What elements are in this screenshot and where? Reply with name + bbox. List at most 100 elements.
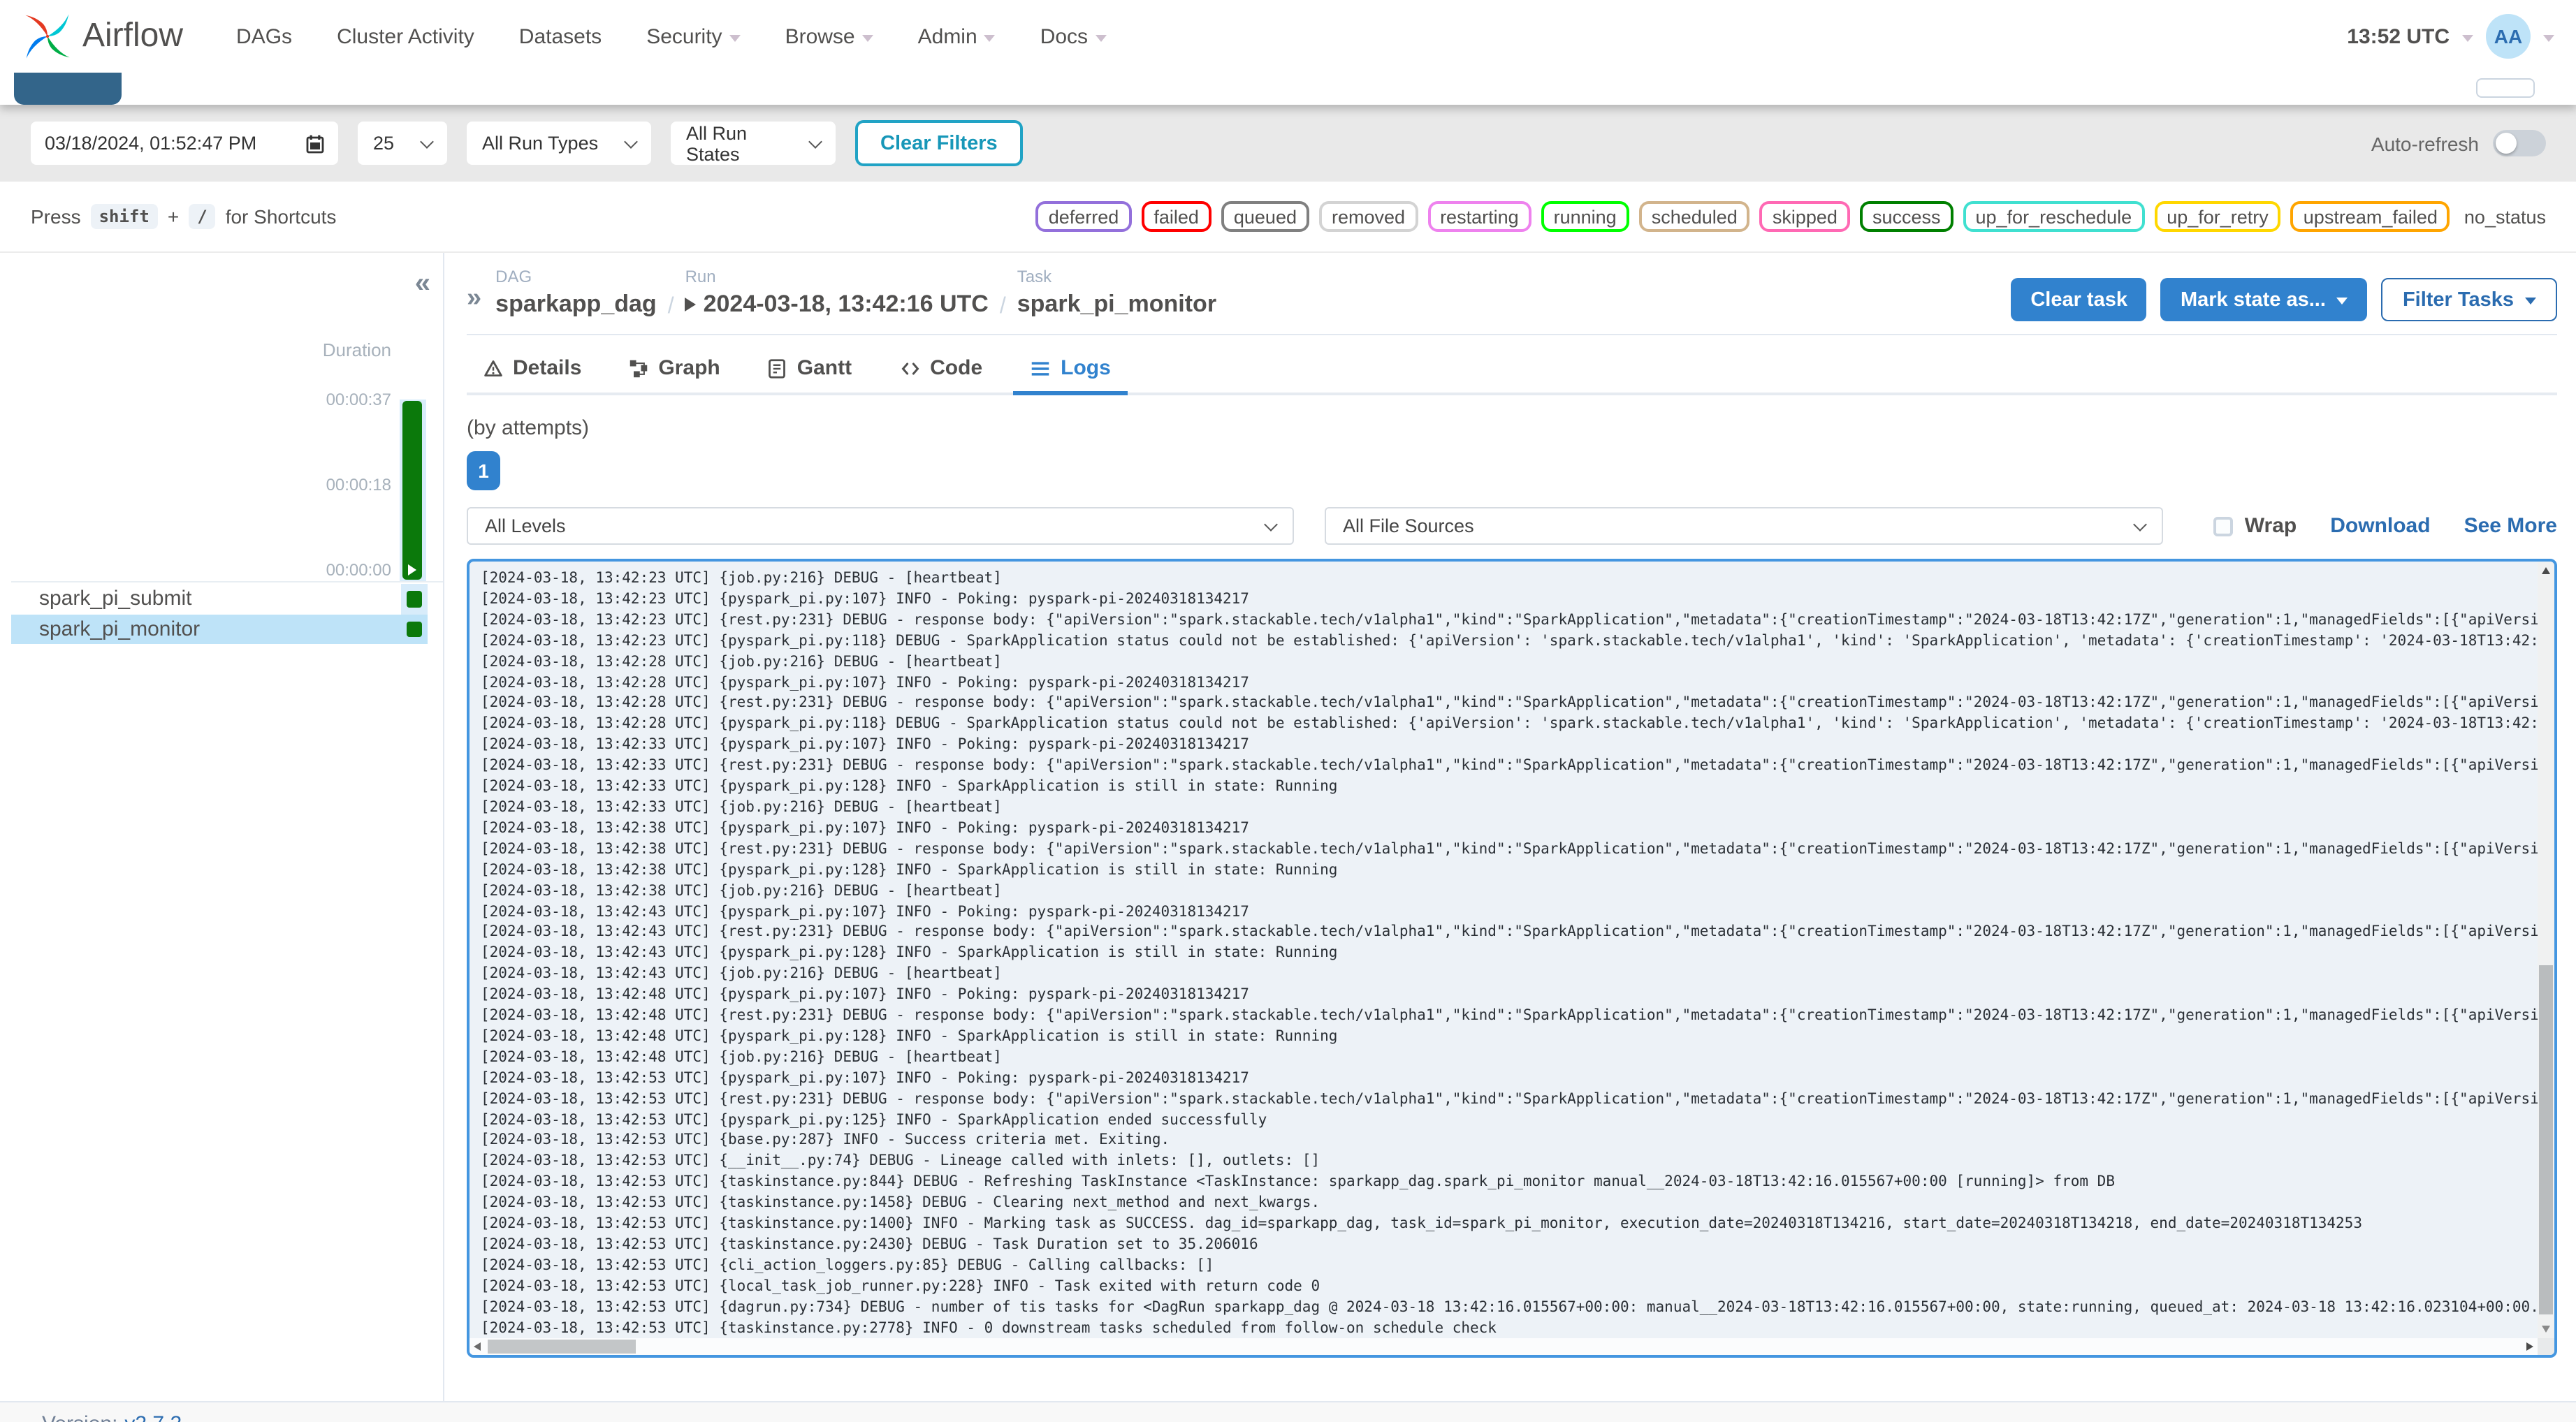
log-line: [2024-03-18, 13:42:33 UTC] {job.py:216} … — [481, 798, 1002, 816]
success-state-square[interactable] — [406, 621, 423, 637]
attempt-1-button[interactable]: 1 — [467, 451, 500, 490]
log-line: [2024-03-18, 13:42:23 UTC] {rest.py:231}… — [481, 611, 2538, 629]
wrap-checkbox[interactable] — [2213, 516, 2234, 536]
tab-logs[interactable]: Logs — [1013, 348, 1128, 395]
scroll-right-icon[interactable] — [2526, 1342, 2533, 1350]
expand-sidebar-icon[interactable]: » — [467, 284, 481, 314]
partial-white-button[interactable] — [2476, 78, 2535, 98]
wrap-option: Wrap — [2213, 514, 2297, 538]
task-state-cell — [401, 614, 428, 644]
footer: Version: v2.7.2 — [0, 1401, 2576, 1422]
tab-code[interactable]: Code — [882, 348, 999, 395]
log-line: [2024-03-18, 13:42:48 UTC] {pyspark_pi.p… — [481, 986, 1249, 1004]
run-name[interactable]: 2024-03-18, 13:42:16 UTC — [685, 291, 989, 318]
axis-tick: 00:00:18 — [326, 475, 391, 494]
chevron-down-icon[interactable] — [2462, 34, 2473, 41]
base-date-input[interactable]: 03/18/2024, 01:52:47 PM — [31, 122, 338, 165]
task-name[interactable]: spark_pi_monitor — [1017, 291, 1216, 318]
nav-item-admin[interactable]: Admin — [918, 24, 996, 48]
log-line: [2024-03-18, 13:42:53 UTC] {__init__.py:… — [481, 1152, 1320, 1170]
state-badge-queued: queued — [1221, 201, 1309, 232]
nav-item-docs[interactable]: Docs — [1040, 24, 1107, 48]
state-badge-restarting: restarting — [1427, 201, 1531, 232]
log-line: [2024-03-18, 13:42:53 UTC] {taskinstance… — [481, 1173, 2115, 1191]
breadcrumb-dag: DAG sparkapp_dag — [495, 267, 657, 318]
see-more-link[interactable]: See More — [2464, 514, 2557, 538]
breadcrumb-task: Task spark_pi_monitor — [1017, 267, 1217, 318]
state-badge-deferred: deferred — [1035, 201, 1132, 232]
calendar-icon — [306, 134, 324, 153]
log-level-select[interactable]: All Levels — [467, 507, 1294, 545]
log-line: [2024-03-18, 13:42:53 UTC] {taskinstance… — [481, 1319, 1497, 1337]
scroll-left-icon[interactable] — [474, 1342, 481, 1350]
log-panel: [2024-03-18, 13:42:23 UTC] {job.py:216} … — [467, 559, 2557, 1358]
chevron-down-icon — [729, 34, 741, 41]
log-line: [2024-03-18, 13:42:48 UTC] {job.py:216} … — [481, 1048, 1002, 1066]
scroll-down-icon[interactable] — [2541, 1326, 2549, 1333]
chevron-down-icon — [1264, 517, 1278, 531]
nav-item-cluster-activity[interactable]: Cluster Activity — [337, 24, 474, 48]
task-state-cell — [401, 584, 428, 614]
scroll-up-icon[interactable] — [2541, 567, 2549, 574]
vertical-scrollbar[interactable] — [2538, 562, 2554, 1338]
auto-refresh-toggle[interactable] — [2493, 130, 2546, 156]
page-size-select[interactable]: 25 — [358, 122, 447, 165]
log-line: [2024-03-18, 13:42:38 UTC] {rest.py:231}… — [481, 840, 2538, 858]
avatar[interactable]: AA — [2486, 14, 2531, 59]
task-row-spark-pi-monitor[interactable]: spark_pi_monitor — [11, 614, 428, 644]
version-link[interactable]: v2.7.2 — [124, 1412, 182, 1422]
tab-details[interactable]: Details — [467, 348, 598, 395]
task-row-spark-pi-submit[interactable]: spark_pi_submit — [11, 584, 428, 614]
navbar: Airflow DAGs Cluster Activity Datasets S… — [0, 0, 2576, 73]
tab-bar: Details Graph Gantt Code Logs — [467, 335, 2557, 395]
chevron-down-icon — [420, 134, 434, 148]
dag-name[interactable]: sparkapp_dag — [495, 291, 657, 318]
log-line: [2024-03-18, 13:42:33 UTC] {pyspark_pi.p… — [481, 778, 1338, 796]
file-source-select[interactable]: All File Sources — [1325, 507, 2163, 545]
duration-bar[interactable] — [402, 401, 422, 580]
run-states-select[interactable]: All Run States — [671, 122, 836, 165]
task-actions: Clear task Mark state as... Filter Tasks — [2011, 267, 2557, 321]
log-line: [2024-03-18, 13:42:48 UTC] {pyspark_pi.p… — [481, 1027, 1338, 1045]
log-line: [2024-03-18, 13:42:53 UTC] {taskinstance… — [481, 1236, 1258, 1253]
state-badge-skipped: skipped — [1759, 201, 1850, 232]
success-state-square[interactable] — [406, 591, 423, 607]
mark-state-button[interactable]: Mark state as... — [2160, 278, 2368, 321]
tab-graph[interactable]: Graph — [612, 348, 736, 395]
filter-tasks-button[interactable]: Filter Tasks — [2381, 278, 2557, 321]
auto-refresh-label: Auto-refresh — [2371, 132, 2479, 154]
tab-gantt[interactable]: Gantt — [751, 348, 868, 395]
run-types-select[interactable]: All Run Types — [467, 122, 651, 165]
log-line: [2024-03-18, 13:42:28 UTC] {job.py:216} … — [481, 653, 1002, 670]
horizontal-scrollbar[interactable] — [470, 1338, 2538, 1355]
log-line: [2024-03-18, 13:42:23 UTC] {pyspark_pi.p… — [481, 632, 2538, 650]
nav-item-dags[interactable]: DAGs — [236, 24, 292, 48]
nav-item-security[interactable]: Security — [646, 24, 741, 48]
state-badge-upstream_failed: upstream_failed — [2290, 201, 2450, 232]
log-line: [2024-03-18, 13:42:33 UTC] {rest.py:231}… — [481, 757, 2538, 775]
nav-item-datasets[interactable]: Datasets — [519, 24, 602, 48]
slash-key: / — [189, 204, 216, 229]
log-line: [2024-03-18, 13:42:23 UTC] {job.py:216} … — [481, 570, 1002, 587]
clock[interactable]: 13:52 UTC — [2347, 24, 2450, 48]
collapse-sidebar-icon[interactable]: « — [415, 268, 430, 300]
clear-filters-button[interactable]: Clear Filters — [855, 120, 1023, 166]
chevron-down-icon — [2133, 517, 2147, 531]
header-strip — [0, 57, 2576, 105]
log-line: [2024-03-18, 13:42:53 UTC] {local_task_j… — [481, 1277, 1320, 1295]
log-content[interactable]: [2024-03-18, 13:42:23 UTC] {job.py:216} … — [470, 562, 2538, 1338]
download-link[interactable]: Download — [2330, 514, 2430, 538]
log-line: [2024-03-18, 13:42:28 UTC] {rest.py:231}… — [481, 694, 2538, 712]
horizontal-scrollbar-thumb[interactable] — [488, 1340, 636, 1354]
chevron-down-icon[interactable] — [2543, 34, 2554, 41]
scrollbar-corner — [2538, 1338, 2554, 1355]
nav-menu: DAGs Cluster Activity Datasets Security … — [236, 24, 1107, 48]
vertical-scrollbar-thumb[interactable] — [2539, 965, 2553, 1315]
clear-task-button[interactable]: Clear task — [2011, 278, 2147, 321]
nav-item-browse[interactable]: Browse — [785, 24, 873, 48]
log-line: [2024-03-18, 13:42:33 UTC] {pyspark_pi.p… — [481, 736, 1249, 754]
brand[interactable]: Airflow — [22, 11, 183, 61]
log-line: [2024-03-18, 13:42:38 UTC] {pyspark_pi.p… — [481, 819, 1249, 837]
chevron-down-icon — [984, 34, 996, 41]
version-label: Version: — [42, 1412, 117, 1422]
